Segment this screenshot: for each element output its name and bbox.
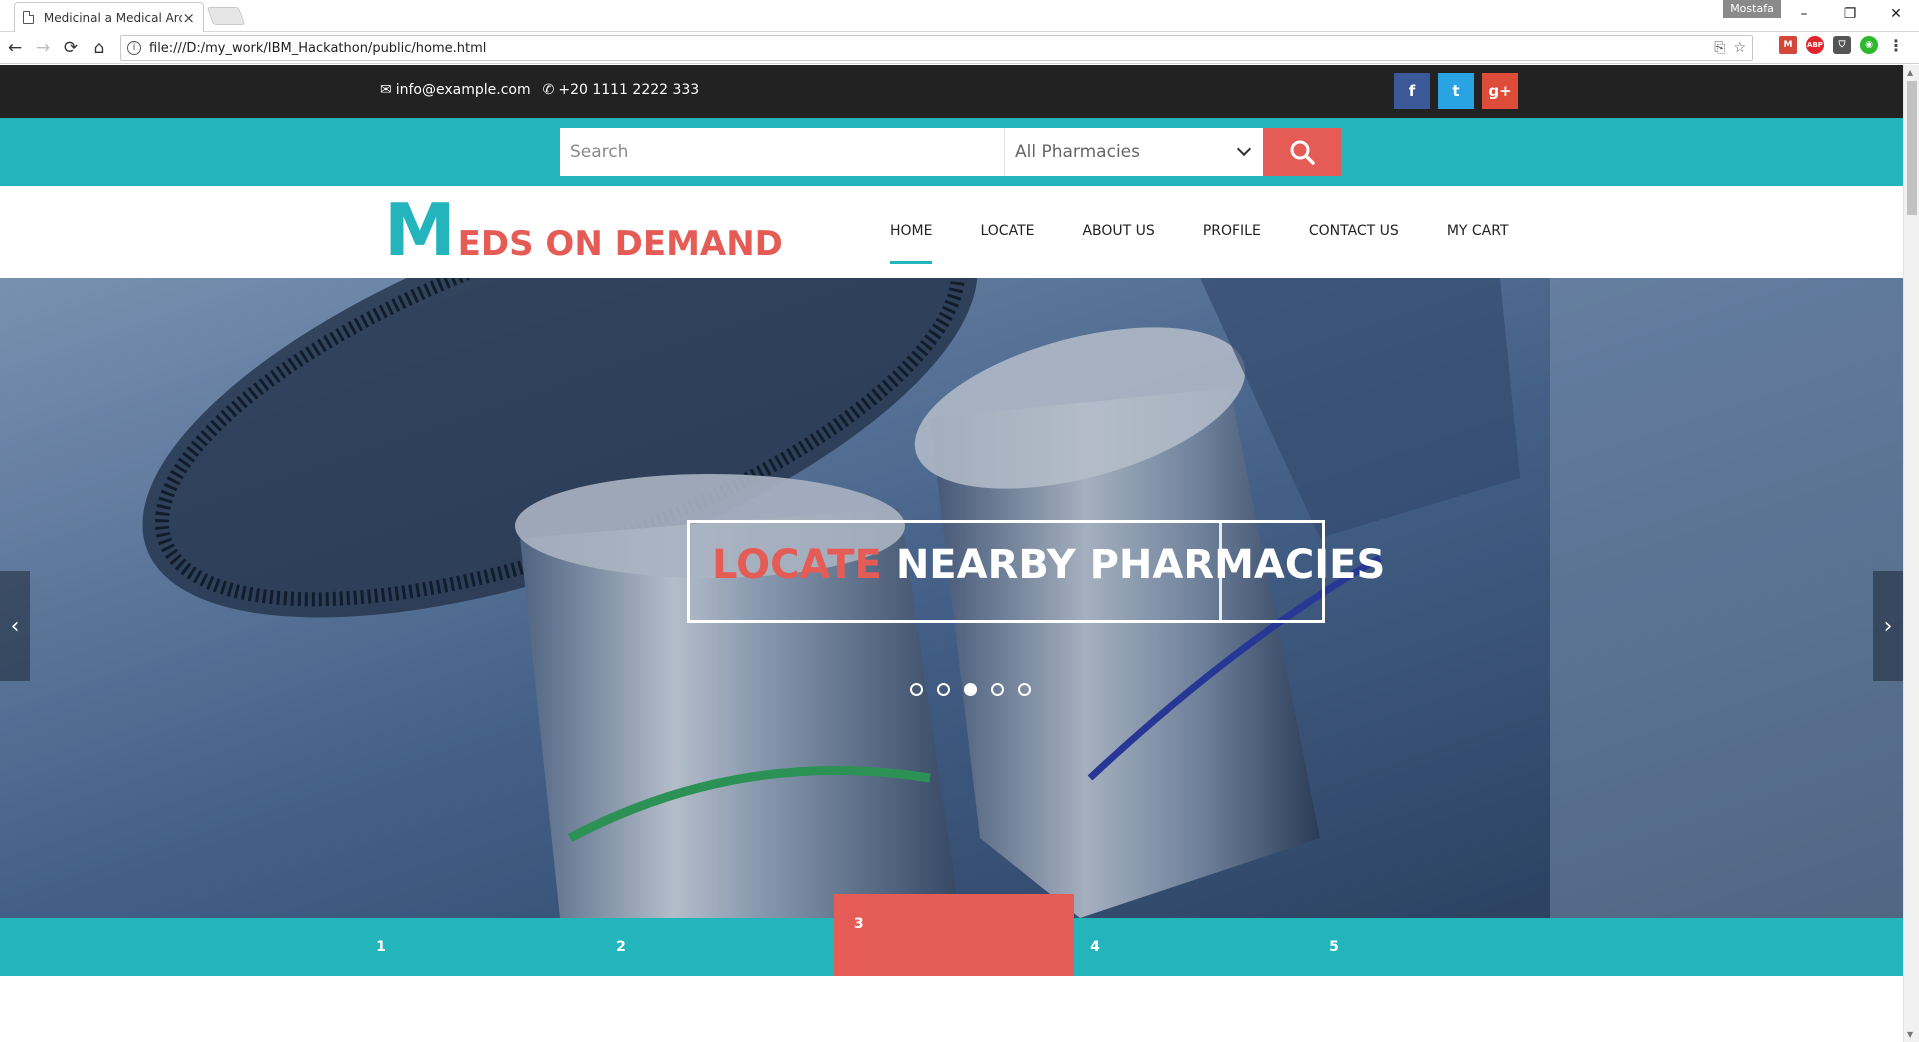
contact-info: ✉ info@example.com ✆ +20 1111 2222 333 bbox=[380, 82, 711, 98]
bookmark-star-icon[interactable]: ☆ bbox=[1733, 40, 1746, 56]
search-bar: All Pharmacies bbox=[0, 118, 1903, 186]
browser-tab[interactable]: Medicinal a Medical Arc × bbox=[14, 2, 204, 32]
translate-icon[interactable]: ⎘ bbox=[1714, 40, 1725, 56]
tab-close-icon[interactable]: × bbox=[182, 9, 195, 27]
tab-title: Medicinal a Medical Arc bbox=[43, 10, 183, 25]
twitter-icon[interactable]: t bbox=[1438, 73, 1474, 109]
search-button[interactable] bbox=[1263, 128, 1341, 176]
thumbnail-2[interactable]: 2 bbox=[501, 918, 741, 976]
url-text[interactable]: file:///D:/my_work/IBM_Hackathon/public/… bbox=[149, 41, 486, 56]
gmail-extension-icon[interactable]: M bbox=[1779, 36, 1797, 54]
nav-profile[interactable]: PROFILE bbox=[1179, 186, 1285, 278]
page-icon bbox=[23, 11, 34, 24]
phone-number[interactable]: +20 1111 2222 333 bbox=[558, 82, 699, 98]
nav-about-us[interactable]: ABOUT US bbox=[1058, 186, 1178, 278]
new-tab-button[interactable] bbox=[206, 7, 246, 25]
slider-dot-3[interactable] bbox=[964, 683, 977, 696]
pharmacy-select-value: All Pharmacies bbox=[1015, 142, 1140, 162]
slider-next-button[interactable]: › bbox=[1873, 571, 1903, 681]
extension-icons: M ABP ⛉ ◉ ⋮ bbox=[1779, 36, 1905, 55]
reload-button[interactable]: ⟳ bbox=[58, 35, 84, 61]
logo-text: EDS ON DEMAND bbox=[457, 224, 783, 264]
window-controls: – ❐ ✕ bbox=[1781, 0, 1919, 28]
envelope-icon: ✉ bbox=[380, 82, 392, 98]
adblock-extension-icon[interactable]: ABP bbox=[1806, 36, 1824, 54]
search-icon bbox=[1290, 140, 1315, 165]
site-logo[interactable]: M EDS ON DEMAND bbox=[384, 194, 783, 266]
caption-rest: NEARBY PHARMACIES bbox=[895, 542, 1386, 588]
browser-tabstrip: Medicinal a Medical Arc × Mostafa – ❐ ✕ bbox=[0, 0, 1919, 32]
page-scrollbar[interactable]: ▲ ▼ bbox=[1903, 65, 1919, 1042]
thumbnail-4[interactable]: 4 bbox=[975, 918, 1215, 976]
thumbnail-5[interactable]: 5 bbox=[1214, 918, 1454, 976]
contact-topbar: ✉ info@example.com ✆ +20 1111 2222 333 f… bbox=[0, 65, 1903, 118]
home-button[interactable]: ⌂ bbox=[86, 35, 112, 61]
main-menu: HOME LOCATE ABOUT US PROFILE CONTACT US … bbox=[890, 186, 1533, 278]
page-viewport: ✉ info@example.com ✆ +20 1111 2222 333 f… bbox=[0, 65, 1903, 1042]
slide-thumbnails: 1 2 3 4 5 bbox=[0, 894, 1903, 976]
email-link[interactable]: info@example.com bbox=[396, 82, 531, 98]
main-navbar: M EDS ON DEMAND HOME LOCATE ABOUT US PRO… bbox=[0, 186, 1903, 278]
green-extension-icon[interactable]: ◉ bbox=[1860, 36, 1878, 54]
slider-prev-button[interactable]: ‹ bbox=[0, 571, 30, 681]
browser-menu-icon[interactable]: ⋮ bbox=[1887, 36, 1905, 55]
pocket-extension-icon[interactable]: ⛉ bbox=[1833, 36, 1851, 54]
scroll-up-icon[interactable]: ▲ bbox=[1907, 68, 1913, 77]
thumbnail-1[interactable]: 1 bbox=[261, 918, 501, 976]
address-bar[interactable]: i file:///D:/my_work/IBM_Hackathon/publi… bbox=[120, 35, 1753, 61]
hero-slider: ‹ › LOCATE NEARBY PHARMACIES bbox=[0, 278, 1903, 918]
slide-caption: LOCATE NEARBY PHARMACIES bbox=[712, 542, 1385, 588]
slider-dots bbox=[910, 683, 1031, 696]
social-links: f t g+ bbox=[1394, 73, 1518, 109]
forward-button[interactable]: → bbox=[30, 35, 56, 61]
logo-initial: M bbox=[384, 188, 456, 272]
nav-my-cart[interactable]: MY CART bbox=[1423, 186, 1533, 278]
close-window-button[interactable]: ✕ bbox=[1873, 0, 1919, 28]
nav-locate[interactable]: LOCATE bbox=[956, 186, 1058, 278]
restore-button[interactable]: ❐ bbox=[1827, 0, 1873, 28]
slider-dot-5[interactable] bbox=[1018, 683, 1031, 696]
scroll-down-icon[interactable]: ▼ bbox=[1907, 1030, 1913, 1039]
slider-dot-4[interactable] bbox=[991, 683, 1004, 696]
pharmacy-select[interactable]: All Pharmacies bbox=[1004, 128, 1263, 176]
profile-badge[interactable]: Mostafa bbox=[1723, 0, 1781, 18]
caption-highlight: LOCATE bbox=[712, 542, 882, 588]
browser-toolbar: ← → ⟳ ⌂ i file:///D:/my_work/IBM_Hackath… bbox=[0, 32, 1919, 64]
google-plus-icon[interactable]: g+ bbox=[1482, 73, 1518, 109]
nav-home[interactable]: HOME bbox=[890, 186, 956, 278]
minimize-button[interactable]: – bbox=[1781, 0, 1827, 28]
phone-icon: ✆ bbox=[542, 82, 555, 98]
facebook-icon[interactable]: f bbox=[1394, 73, 1430, 109]
info-icon[interactable]: i bbox=[127, 41, 141, 55]
search-input[interactable] bbox=[560, 128, 1005, 176]
slider-dot-1[interactable] bbox=[910, 683, 923, 696]
nav-contact-us[interactable]: CONTACT US bbox=[1285, 186, 1423, 278]
slider-dot-2[interactable] bbox=[937, 683, 950, 696]
scroll-thumb[interactable] bbox=[1907, 81, 1917, 215]
back-button[interactable]: ← bbox=[2, 35, 28, 61]
chevron-down-icon bbox=[1236, 141, 1252, 157]
